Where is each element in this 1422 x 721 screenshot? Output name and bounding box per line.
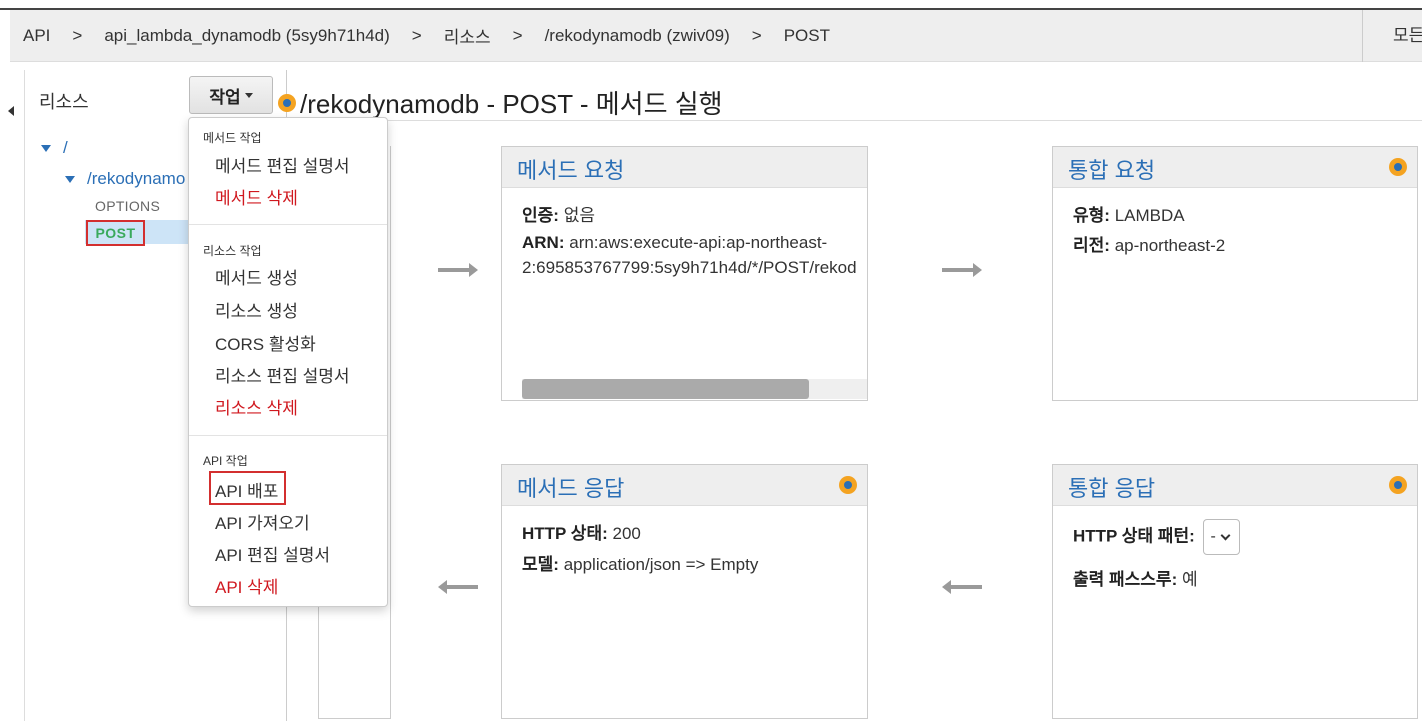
arrow-left-icon [438, 580, 478, 594]
auth-value: 없음 [563, 206, 595, 225]
menu-item-import-api[interactable]: API 가져오기 [215, 509, 310, 534]
arrow-left-icon [942, 580, 982, 594]
arn-value-line1: arn:aws:execute-api:ap-northeast- [569, 233, 828, 252]
expand-triangle-icon [41, 145, 51, 153]
breadcrumb-resource[interactable]: /rekodynamodb (zwiv09) [545, 26, 730, 46]
horizontal-scrollbar[interactable] [522, 379, 867, 399]
menu-item-delete-method[interactable]: 메서드 삭제 [215, 184, 298, 209]
method-response-header: 메서드 응답 [502, 465, 867, 506]
method-response-title[interactable]: 메서드 응답 [517, 471, 624, 503]
status-pattern-value: - [1210, 528, 1216, 545]
tree-item-rekodynamodb[interactable]: /rekodynamo [65, 169, 185, 189]
method-request-header: 메서드 요청 [502, 147, 867, 188]
method-response-box: 메서드 응답 HTTP 상태: 200 모델: application/json… [501, 464, 868, 719]
breadcrumb-right-link[interactable]: 모든 [1362, 10, 1422, 62]
model-label: 모델: [522, 555, 559, 574]
integration-response-box: 통합 응답 HTTP 상태 패턴: - 출력 패스스루: 예 [1052, 464, 1418, 719]
status-pattern-label: HTTP 상태 패턴: [1073, 526, 1195, 546]
model-row: 모델: application/json => Empty [522, 550, 758, 575]
expand-triangle-icon [65, 176, 75, 184]
menu-item-edit-resource-docs[interactable]: 리소스 편집 설명서 [215, 362, 350, 387]
type-label: 유형: [1073, 206, 1110, 225]
breadcrumb-separator: > [411, 25, 422, 45]
menu-divider [189, 435, 387, 436]
http-status-label: HTTP 상태: [522, 524, 608, 543]
panel-collapse-toggle[interactable] [0, 70, 14, 150]
region-label: 리전: [1073, 236, 1110, 255]
type-value: LAMBDA [1114, 206, 1185, 225]
breadcrumb-resources[interactable]: 리소스 [444, 23, 491, 48]
http-status-value: 200 [612, 524, 641, 543]
status-pattern-row: HTTP 상태 패턴: - [1073, 519, 1241, 555]
method-request-box: 메서드 요청 인증: 없음 ARN: arn:aws:execute-api:a… [501, 146, 868, 401]
response-icon [1389, 476, 1407, 494]
header-divider [298, 120, 1422, 121]
page-header: /rekodynamodb - POST - 메서드 실행 [278, 84, 723, 121]
integration-request-title[interactable]: 통합 요청 [1068, 153, 1155, 185]
auth-row: 인증: 없음 [522, 201, 595, 226]
breadcrumb-api-name[interactable]: api_lambda_dynamodb (5sy9h71h4d) [104, 26, 389, 46]
tree-item-root[interactable]: / [41, 138, 68, 158]
menu-item-edit-method-docs[interactable]: 메서드 편집 설명서 [215, 152, 350, 177]
breadcrumb: API > api_lambda_dynamodb (5sy9h71h4d) >… [10, 10, 1422, 62]
tree-item-root-label: / [63, 138, 68, 157]
menu-item-edit-api-docs[interactable]: API 편집 설명서 [215, 541, 330, 566]
breadcrumb-api[interactable]: API [23, 26, 50, 46]
type-row: 유형: LAMBDA [1073, 201, 1185, 226]
passthrough-value: 예 [1181, 570, 1198, 589]
integration-response-header: 통합 응답 [1053, 465, 1417, 506]
region-row: 리전: ap-northeast-2 [1073, 231, 1225, 256]
method-execution-icon [278, 93, 296, 112]
passthrough-row: 출력 패스스루: 예 [1073, 565, 1198, 590]
integration-request-header: 통합 요청 [1053, 147, 1417, 188]
actions-button[interactable]: 작업 [189, 76, 273, 114]
deploy-api-highlight [209, 471, 286, 505]
integration-request-box: 통합 요청 유형: LAMBDA 리전: ap-northeast-2 [1052, 146, 1418, 401]
caret-down-icon [244, 92, 253, 98]
arn-value-line2: 2:695853767799:5sy9h71h4d/*/POST/rekod [522, 258, 857, 277]
http-status-row: HTTP 상태: 200 [522, 519, 641, 544]
breadcrumb-separator: > [512, 25, 523, 45]
actions-dropdown-menu: 메서드 작업 메서드 편집 설명서 메서드 삭제 리소스 작업 메서드 생성 리… [188, 117, 388, 607]
menu-header-resource-actions: 리소스 작업 [203, 244, 262, 258]
page-title: /rekodynamodb - POST - 메서드 실행 [300, 89, 723, 119]
menu-item-enable-cors[interactable]: CORS 활성화 [215, 330, 316, 355]
status-pattern-select[interactable]: - [1203, 519, 1241, 555]
arrow-right-icon [942, 263, 982, 277]
tree-method-options[interactable]: OPTIONS [95, 198, 160, 214]
breadcrumb-separator: > [72, 25, 83, 45]
arn-label: ARN: [522, 233, 565, 252]
collapse-arrow-icon [8, 106, 14, 116]
chevron-down-icon [1220, 530, 1231, 540]
integration-response-title[interactable]: 통합 응답 [1068, 471, 1155, 503]
scrollbar-thumb[interactable] [522, 379, 809, 399]
breadcrumb-separator: > [751, 25, 762, 45]
menu-item-delete-resource[interactable]: 리소스 삭제 [215, 394, 298, 419]
lambda-integration-icon [1389, 158, 1407, 176]
menu-item-create-resource[interactable]: 리소스 생성 [215, 297, 298, 322]
menu-item-delete-api[interactable]: API 삭제 [215, 573, 278, 598]
model-value: application/json => Empty [563, 555, 759, 574]
tree-method-post[interactable]: POST [86, 220, 145, 246]
breadcrumb-method: POST [783, 25, 831, 45]
actions-button-label: 작업 [209, 87, 241, 107]
passthrough-label: 출력 패스스루: [1073, 570, 1178, 589]
menu-header-method-actions: 메서드 작업 [203, 131, 262, 145]
menu-divider [189, 224, 387, 225]
arn-row-continued: 2:695853767799:5sy9h71h4d/*/POST/rekod [522, 258, 867, 278]
method-request-title[interactable]: 메서드 요청 [517, 153, 624, 185]
tree-item-rekodynamodb-label: /rekodynamo [87, 169, 186, 188]
response-icon [839, 476, 857, 494]
arrow-right-icon [438, 263, 478, 277]
auth-label: 인증: [522, 206, 559, 225]
arn-row: ARN: arn:aws:execute-api:ap-northeast- [522, 233, 867, 253]
resources-title: 리소스 [39, 92, 89, 112]
menu-item-create-method[interactable]: 메서드 생성 [215, 264, 298, 289]
region-value: ap-northeast-2 [1114, 236, 1226, 255]
menu-header-api-actions: API 작업 [203, 454, 248, 468]
